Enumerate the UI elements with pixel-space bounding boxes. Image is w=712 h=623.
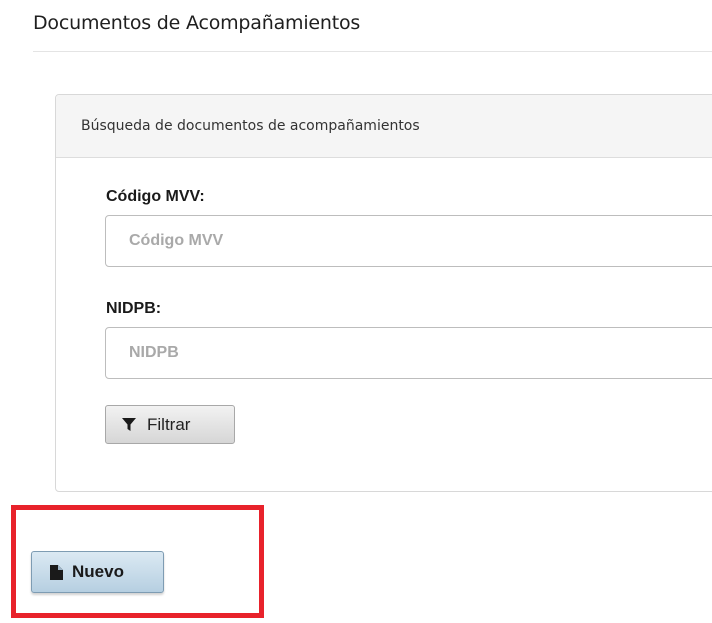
search-panel-heading: Búsqueda de documentos de acompañamiento… — [56, 95, 712, 158]
new-button[interactable]: Nuevo — [31, 551, 164, 593]
nidpb-label: NIDPB: — [106, 300, 162, 317]
search-panel: Búsqueda de documentos de acompañamiento… — [55, 94, 712, 492]
codigo-mvv-label: Código MVV: — [106, 188, 205, 205]
file-icon — [50, 564, 63, 580]
page-title: Documentos de Acompañamientos — [33, 12, 361, 34]
nidpb-input[interactable] — [105, 327, 712, 379]
filter-button[interactable]: Filtrar — [105, 405, 235, 444]
filter-icon — [122, 417, 136, 431]
title-divider — [33, 51, 712, 52]
new-button-label: Nuevo — [72, 562, 124, 581]
filter-button-label: Filtrar — [147, 414, 191, 434]
codigo-mvv-input[interactable] — [105, 215, 712, 267]
